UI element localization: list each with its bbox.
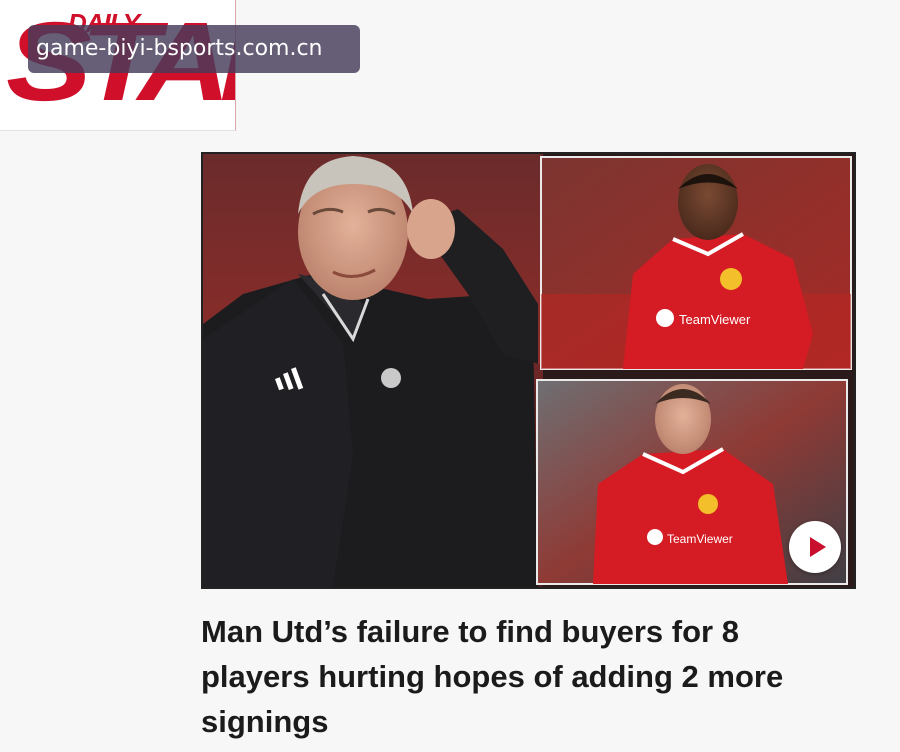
- sponsor-bottom: TeamViewer: [667, 532, 733, 546]
- hero-image[interactable]: TeamViewer TeamViewer: [201, 152, 856, 589]
- sponsor-top: TeamViewer: [679, 312, 751, 327]
- article-headline[interactable]: Man Utd’s failure to find buyers for 8 p…: [201, 609, 841, 744]
- watermark-banner: game-biyi-bsports.com.cn: [28, 25, 360, 73]
- hero-photo-collage: TeamViewer TeamViewer: [203, 154, 852, 587]
- video-play-button[interactable]: [789, 521, 841, 573]
- play-icon: [809, 537, 826, 557]
